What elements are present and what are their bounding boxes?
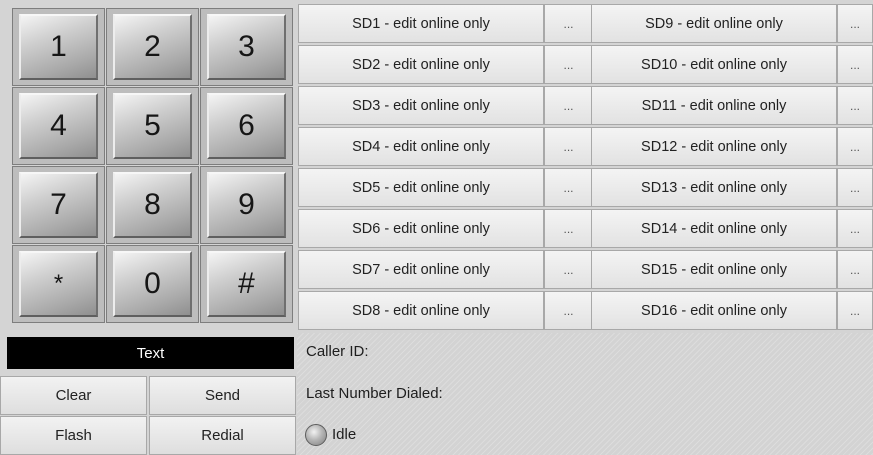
key-1[interactable]: 1 (12, 8, 105, 86)
key-4-label: 4 (19, 93, 98, 159)
key-6[interactable]: 6 (200, 87, 293, 165)
key-star[interactable]: * (12, 245, 105, 323)
text-display: Text (7, 337, 294, 369)
key-5[interactable]: 5 (106, 87, 199, 165)
key-2[interactable]: 2 (106, 8, 199, 86)
speed-dial-9-button[interactable]: SD9 - edit online only (591, 4, 837, 43)
speed-dial-1-button[interactable]: SD1 - edit online only (298, 4, 544, 43)
speed-dial-15-edit-button[interactable]: ... (837, 250, 873, 289)
speed-dial-6-edit-button[interactable]: ... (544, 209, 593, 248)
speed-dial-2-edit-button[interactable]: ... (544, 45, 593, 84)
speed-dial-10-button[interactable]: SD10 - edit online only (591, 45, 837, 84)
speed-dial-16-edit-button[interactable]: ... (837, 291, 873, 330)
key-7[interactable]: 7 (12, 166, 105, 244)
caller-id-label: Caller ID: (306, 343, 369, 360)
line-status-indicator-icon (305, 424, 327, 446)
speed-dial-8-button[interactable]: SD8 - edit online only (298, 291, 544, 330)
speed-dial-7-edit-button[interactable]: ... (544, 250, 593, 289)
flash-button[interactable]: Flash (0, 416, 147, 455)
speed-dial-7-button[interactable]: SD7 - edit online only (298, 250, 544, 289)
speed-dial-3-edit-button[interactable]: ... (544, 86, 593, 125)
speed-dial-8-edit-button[interactable]: ... (544, 291, 593, 330)
send-button[interactable]: Send (149, 376, 296, 415)
key-5-label: 5 (113, 93, 192, 159)
key-star-label: * (19, 251, 98, 317)
key-4[interactable]: 4 (12, 87, 105, 165)
key-hash-label: # (207, 251, 286, 317)
speed-dial-16-button[interactable]: SD16 - edit online only (591, 291, 837, 330)
last-number-dialed-label: Last Number Dialed: (306, 385, 443, 402)
key-0[interactable]: 0 (106, 245, 199, 323)
call-status-panel: Caller ID: Last Number Dialed: Idle (297, 333, 873, 455)
clear-button[interactable]: Clear (0, 376, 147, 415)
key-3[interactable]: 3 (200, 8, 293, 86)
speed-dial-14-button[interactable]: SD14 - edit online only (591, 209, 837, 248)
phone-panel: 1 2 3 4 5 6 7 8 9 * 0 # SD1 - edit onlin… (0, 0, 873, 455)
key-hash[interactable]: # (200, 245, 293, 323)
key-1-label: 1 (19, 14, 98, 80)
speed-dial-2-button[interactable]: SD2 - edit online only (298, 45, 544, 84)
speed-dial-5-button[interactable]: SD5 - edit online only (298, 168, 544, 207)
key-0-label: 0 (113, 251, 192, 317)
speed-dial-5-edit-button[interactable]: ... (544, 168, 593, 207)
key-7-label: 7 (19, 172, 98, 238)
speed-dial-11-edit-button[interactable]: ... (837, 86, 873, 125)
speed-dial-12-button[interactable]: SD12 - edit online only (591, 127, 837, 166)
speed-dial-13-button[interactable]: SD13 - edit online only (591, 168, 837, 207)
speed-dial-4-button[interactable]: SD4 - edit online only (298, 127, 544, 166)
redial-button[interactable]: Redial (149, 416, 296, 455)
key-9-label: 9 (207, 172, 286, 238)
speed-dial-11-button[interactable]: SD11 - edit online only (591, 86, 837, 125)
speed-dial-4-edit-button[interactable]: ... (544, 127, 593, 166)
line-status-label: Idle (332, 426, 357, 443)
key-8[interactable]: 8 (106, 166, 199, 244)
speed-dial-3-button[interactable]: SD3 - edit online only (298, 86, 544, 125)
key-2-label: 2 (113, 14, 192, 80)
speed-dial-13-edit-button[interactable]: ... (837, 168, 873, 207)
speed-dial-15-button[interactable]: SD15 - edit online only (591, 250, 837, 289)
key-9[interactable]: 9 (200, 166, 293, 244)
dial-keypad: 1 2 3 4 5 6 7 8 9 * 0 # (0, 0, 297, 330)
speed-dial-6-button[interactable]: SD6 - edit online only (298, 209, 544, 248)
speed-dial-9-edit-button[interactable]: ... (837, 4, 873, 43)
key-3-label: 3 (207, 14, 286, 80)
speed-dial-10-edit-button[interactable]: ... (837, 45, 873, 84)
key-8-label: 8 (113, 172, 192, 238)
speed-dial-1-edit-button[interactable]: ... (544, 4, 593, 43)
speed-dial-12-edit-button[interactable]: ... (837, 127, 873, 166)
speed-dial-14-edit-button[interactable]: ... (837, 209, 873, 248)
key-6-label: 6 (207, 93, 286, 159)
